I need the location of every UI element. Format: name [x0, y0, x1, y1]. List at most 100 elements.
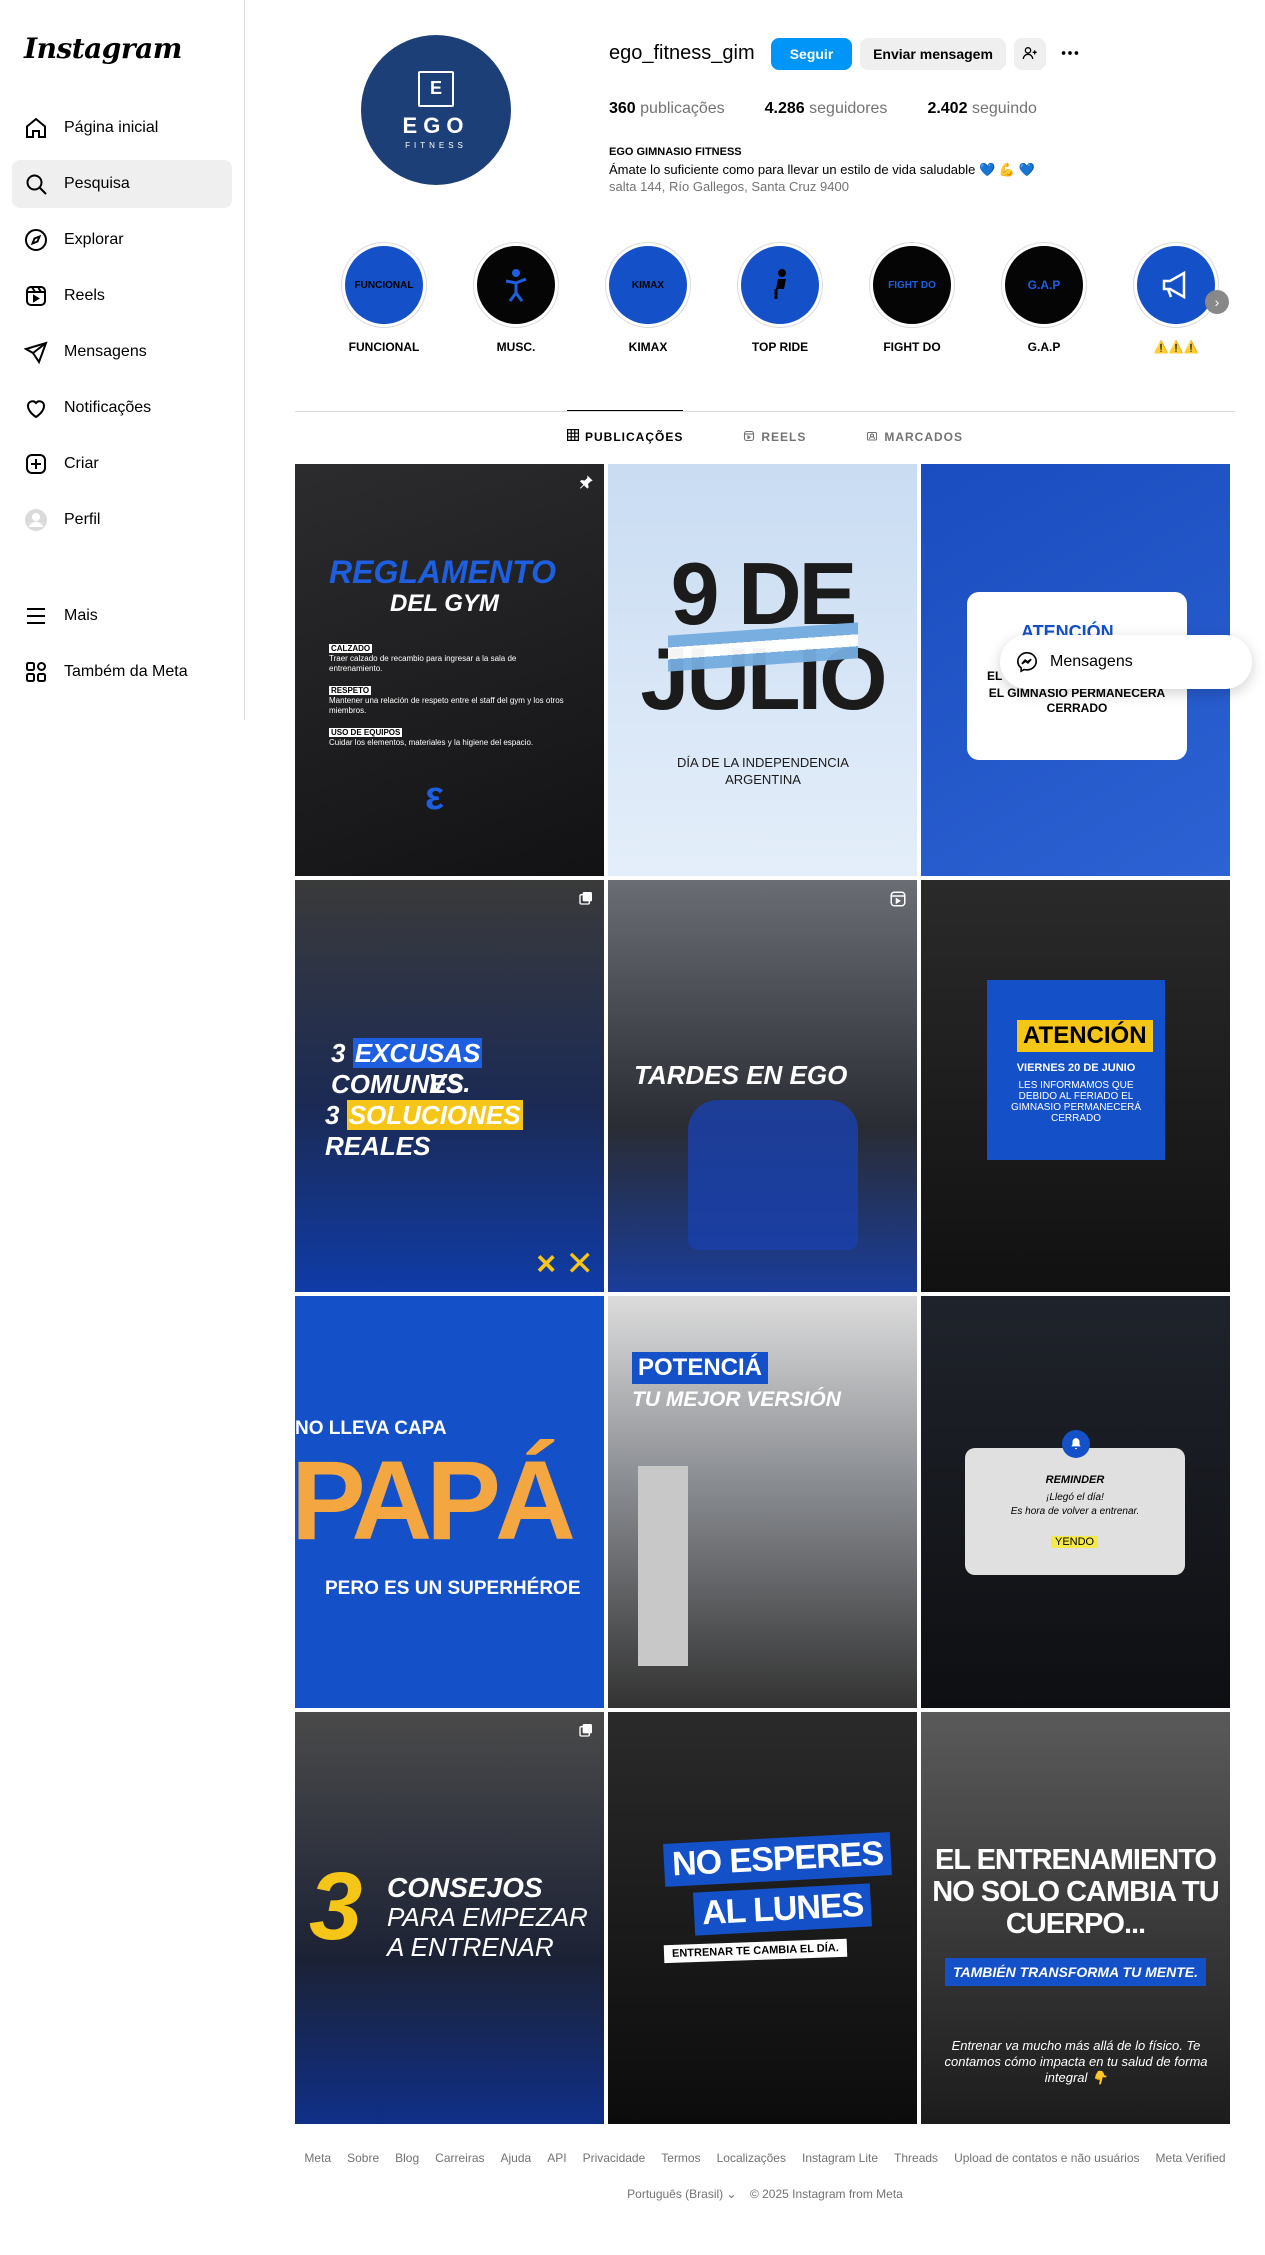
profile-stats: 360 publicações 4.286 seguidores 2.402 s… [609, 100, 1077, 118]
explore-icon [24, 228, 48, 252]
footer-link[interactable]: Meta [304, 2151, 331, 2165]
highlight-cover [741, 246, 819, 324]
tab-reels[interactable]: REELS [743, 411, 806, 463]
suggest-user-button[interactable] [1014, 38, 1046, 70]
stat-value: 2.402 [927, 100, 968, 117]
options-button[interactable] [1054, 38, 1086, 70]
messenger-icon [1016, 651, 1038, 673]
sidebar-item-messages[interactable]: Mensagens [12, 328, 232, 376]
highlight-label: G.A.P [1027, 340, 1061, 354]
footer-link[interactable]: Sobre [347, 2151, 379, 2165]
rule-text: Cuidar los elementos, materiales y la hi… [329, 738, 534, 747]
bike-icon [772, 269, 792, 299]
posts-grid: REGLAMENTO DEL GYM CALZADO Traer calzado … [295, 464, 1233, 2124]
footer-link[interactable]: Meta Verified [1156, 2151, 1226, 2165]
post-9-de-julio[interactable]: 9 DE JULIO DÍA DE LA INDEPENDENCIA ARGEN… [608, 464, 917, 876]
sidebar-item-more[interactable]: Mais [12, 592, 232, 640]
sidebar-nav: Página inicial Pesquisa Explorar Reels M… [12, 104, 232, 552]
language-select[interactable]: Português (Brasil) ⌄ [627, 2187, 736, 2201]
rule-item: RESPETO Mantener una relación de respeto … [329, 686, 569, 716]
sidebar-item-home[interactable]: Página inicial [12, 104, 232, 152]
highlight-musc[interactable]: MUSC. [466, 242, 566, 354]
search-icon [24, 172, 48, 196]
post-number: 3 [309, 1853, 363, 1960]
messages-popup[interactable]: Mensagens [1000, 635, 1252, 689]
highlight-label: FIGHT DO [883, 340, 941, 354]
highlight-top-ride[interactable]: TOP RIDE [730, 242, 830, 354]
bio-location[interactable]: salta 144, Río Gallegos, Santa Cruz 9400 [609, 178, 1035, 195]
footer-link[interactable]: Termos [661, 2151, 700, 2165]
home-icon [24, 116, 48, 140]
menu-icon [24, 604, 48, 628]
tab-tagged[interactable]: MARCADOS [866, 411, 963, 463]
highlight-fight-do[interactable]: FIGHT DO FIGHT DO [862, 242, 962, 354]
post-tardes-en-ego[interactable]: TARDES EN EGO [608, 880, 917, 1292]
stat-posts[interactable]: 360 publicações [609, 100, 725, 118]
sidebar-item-create[interactable]: Criar [12, 440, 232, 488]
highlight-label: ⚠️⚠️⚠️ [1153, 340, 1199, 354]
footer-link[interactable]: Privacidade [583, 2151, 646, 2165]
add-user-icon [1022, 45, 1038, 64]
footer-bottom: Português (Brasil) ⌄ © 2025 Instagram fr… [295, 2187, 1235, 2201]
highlight-ring [473, 242, 559, 328]
footer-link[interactable]: Localizações [717, 2151, 786, 2165]
sidebar-item-meta[interactable]: Também da Meta [12, 648, 232, 696]
highlight-gap[interactable]: G.A.P G.A.P [994, 242, 1094, 354]
highlight-cover: FUNCIONAL [345, 246, 423, 324]
post-line-3: 3 SOLUCIONES REALES [325, 1100, 604, 1162]
stat-following[interactable]: 2.402 seguindo [927, 100, 1036, 118]
megaphone-icon [1162, 270, 1186, 300]
profile-avatar[interactable]: E EGO FITNESS [361, 35, 511, 185]
sidebar-item-profile[interactable]: Perfil [12, 496, 232, 544]
post-3-consejos[interactable]: 3 CONSEJOS PARA EMPEZAR A ENTRENAR [295, 1712, 604, 2124]
footer-link[interactable]: Threads [894, 2151, 938, 2165]
post-title-2: AL LUNES [692, 1883, 873, 1936]
stat-value: 4.286 [764, 100, 805, 117]
post-word: REALES [325, 1131, 431, 1161]
sidebar: Instagram Página inicial Pesquisa Explor… [0, 0, 245, 720]
footer-link[interactable]: Ajuda [501, 2151, 532, 2165]
tab-posts[interactable]: PUBLICAÇÕES [566, 410, 684, 462]
post-title: NO ESPERES [663, 1832, 893, 1887]
stat-value: 360 [609, 100, 636, 117]
rule-title: CALZADO [329, 644, 373, 653]
sidebar-item-label: Criar [64, 455, 99, 472]
footer-link[interactable]: Carreiras [435, 2151, 484, 2165]
footer-link[interactable]: Blog [395, 2151, 419, 2165]
highlight-label: FUNCIONAL [348, 340, 420, 354]
ego-logo-icon: E [418, 70, 454, 107]
post-no-esperes[interactable]: NO ESPERES AL LUNES ENTRENAR TE CAMBIA E… [608, 1712, 917, 2124]
sidebar-item-explore[interactable]: Explorar [12, 216, 232, 264]
follow-button[interactable]: Seguir [771, 38, 852, 70]
post-date: VIERNES 20 DE JUNIO [1016, 1062, 1136, 1074]
footer-link[interactable]: Instagram Lite [802, 2151, 878, 2165]
stat-label: seguidores [809, 100, 888, 117]
machine-shape [638, 1466, 688, 1666]
post-atencion-viernes[interactable]: ATENCIÓN VIERNES 20 DE JUNIO LES INFORMA… [921, 880, 1230, 1292]
post-reminder[interactable]: REMINDER ¡Llegó el día! Es hora de volve… [921, 1296, 1230, 1708]
sidebar-item-label: Perfil [64, 511, 101, 528]
highlight-kimax[interactable]: KIMAX KIMAX [598, 242, 698, 354]
post-reglamento[interactable]: REGLAMENTO DEL GYM CALZADO Traer calzado … [295, 464, 604, 876]
sidebar-item-label: Mensagens [64, 343, 147, 360]
footer-link[interactable]: Upload de contatos e não usuários [954, 2151, 1139, 2165]
stat-followers[interactable]: 4.286 seguidores [765, 100, 888, 118]
highlight-funcional[interactable]: FUNCIONAL FUNCIONAL [334, 242, 434, 354]
sidebar-item-reels[interactable]: Reels [12, 272, 232, 320]
chevron-right-icon[interactable]: › [1205, 290, 1229, 314]
highlight-cover: FIGHT DO [873, 246, 951, 324]
send-message-button[interactable]: Enviar mensagem [860, 38, 1006, 70]
athlete-icon [505, 269, 527, 302]
tab-label: PUBLICAÇÕES [584, 429, 684, 444]
sidebar-item-label: Pesquisa [64, 175, 130, 192]
post-potencia[interactable]: POTENCIÁ TU MEJOR VERSIÓN [608, 1296, 917, 1708]
sidebar-item-search[interactable]: Pesquisa [12, 160, 232, 208]
footer-link[interactable]: API [547, 2151, 566, 2165]
post-papa[interactable]: NO LLEVA CAPA PAPÁ PERO ES UN SUPERHÉROE [295, 1296, 604, 1708]
sidebar-item-notifications[interactable]: Notificações [12, 384, 232, 432]
instagram-logo[interactable]: Instagram [24, 32, 182, 65]
footer-links: Meta Sobre Blog Carreiras Ajuda API Priv… [295, 2151, 1235, 2165]
post-3-excusas[interactable]: 3 EXCUSAS COMUNES VS. 3 SOLUCIONES REALE… [295, 880, 604, 1292]
post-el-entrenamiento[interactable]: EL ENTRENAMIENTO NO SOLO CAMBIA TU CUERP… [921, 1712, 1230, 2124]
post-tagline: ENTRENAR TE CAMBIA EL DÍA. [663, 1938, 848, 1964]
